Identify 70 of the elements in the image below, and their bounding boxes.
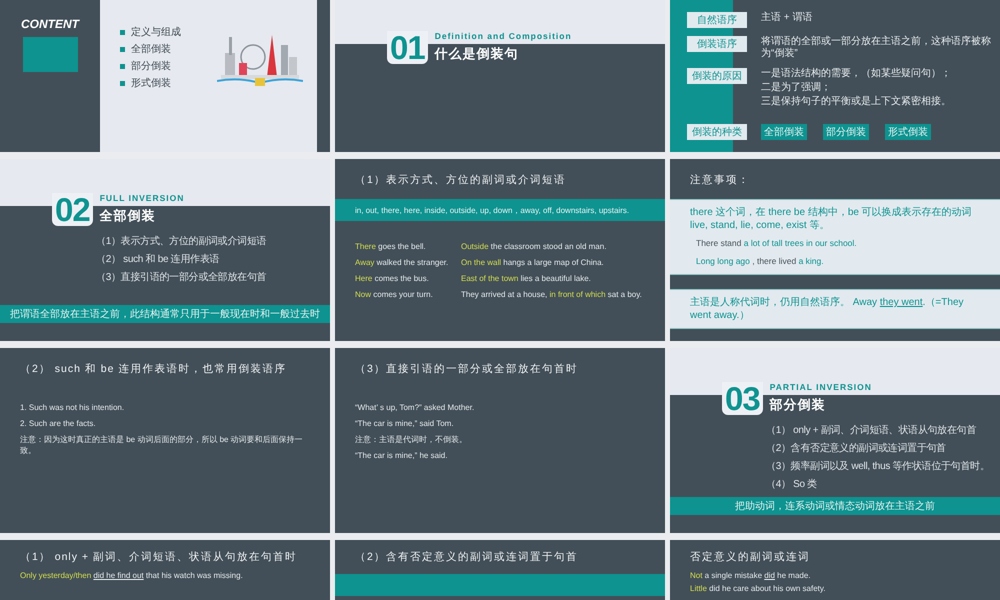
note-text: Long long ago , there lived a king. [695, 255, 825, 268]
example-sentence: There goes the bell. [355, 241, 427, 252]
outline-item: （1）表示方式、方位的副词或介词短语 [96, 234, 268, 248]
contents-heading: CONTENT [21, 17, 79, 31]
term-label: 倒装的原因 [687, 68, 747, 84]
slide-title: 注意事项： [689, 173, 751, 187]
outline-item: （3）频率副词以及 well, thus 等作状语位于句首时。 [766, 460, 991, 473]
definition-text: 二是为了强调； [761, 82, 832, 94]
example-sentence: Away walked the stranger. [355, 257, 450, 268]
section-number: 03 [722, 382, 763, 415]
example-sentence: Only yesterday/then did he find out that his watch was missing. [20, 570, 244, 581]
slide-title: （1） only + 副词、介词短语、状语从句放在句首时 [19, 550, 298, 564]
contents-item: 形式倒装 [131, 76, 171, 90]
outline-item: （3）直接引语的一部分或全部放在句首 [96, 270, 268, 284]
section-number: 02 [52, 193, 93, 226]
note-text: 主语是人称代词时，仍用自然语序。 Away they went.（=They went away.） [690, 296, 965, 322]
section-subtitle: PARTIAL INVERSION [770, 382, 872, 392]
example-sentence: They arrived at a house, in front of which sat a boy. [461, 289, 643, 300]
bullet-icon [120, 80, 125, 86]
definition-text: 将谓语的全部或一部分放在主语之前，这种语序被称为“倒装” [761, 36, 992, 60]
term-label: 倒装的种类 [687, 124, 747, 140]
definition-text: 主语 + 谓语 [761, 12, 814, 24]
example-sentence: “The car is mine,” said Tom. [355, 418, 455, 429]
outline-item: （1） only + 副词、介词短语、状语从句放在句首 [766, 424, 977, 437]
outline-item: （2） such 和 be 连用作表语 [96, 252, 220, 266]
note-text: There stand a lot of tall trees in our school. [695, 237, 858, 250]
example-sentence: “What’ s up, Tom?” asked Mother. [355, 402, 476, 413]
slide-title: （3）直接引语的一部分或全部放在句首时 [354, 362, 579, 376]
section-number: 01 [387, 31, 428, 64]
bullet-icon [120, 64, 125, 68]
slide-title: （2）含有否定意义的副词或连词置于句首 [354, 550, 579, 564]
slide-title: （2） such 和 be 连用作表语时，也常用倒装语序 [19, 362, 288, 376]
category-tag: 部分倒装 [823, 124, 869, 140]
keyword-banner: in, out, there, here, inside, outside, up, down，away, off, downstairs, upstairs. [335, 199, 665, 221]
example-sentence: East of the town lies a beautiful lake. [461, 273, 592, 284]
category-tag: 全部倒装 [761, 124, 807, 140]
definition-text: 三是保持句子的平衡或是上下文紧密相接。 [761, 96, 952, 108]
section-title: 全部倒装 [100, 207, 157, 225]
example-sentence: Not a single mistake did he made. [690, 570, 812, 581]
contents-item: 部分倒装 [131, 60, 171, 73]
example-sentence: 注意：因为这时真正的主语是 be 动词后面的部分，所以 be 动词要和后面保持一致。 [20, 434, 304, 456]
example-sentence: 1. Such was not his intention. [20, 402, 126, 413]
slide-title: （1）表示方式、方位的副词或介词短语 [354, 173, 567, 187]
example-sentence: 2. Such are the facts. [20, 418, 97, 429]
category-tag: 形式倒装 [885, 124, 931, 140]
definition-text: 一是语法结构的需要，（如某些疑问句）； [761, 68, 952, 80]
term-label: 自然语序 [687, 12, 747, 28]
outline-item: （4） So 类 [766, 478, 818, 491]
summary-banner: 把助动词，连系动词或情态动词放在主语之前 [670, 497, 1000, 515]
section-subtitle: Definition and Composition [434, 31, 572, 41]
section-subtitle: FULL INVERSION [100, 193, 184, 203]
term-label: 倒装语序 [687, 36, 747, 52]
outline-item: （2）含有否定意义的副词或连词置于句首 [766, 442, 947, 455]
example-sentence: 注意：主语是代词时，不倒装。 [355, 434, 468, 445]
note-text: there 这个词，在 there be 结构中，be 可以换成表示存在的动词 live, stand, lie, come, exist 等。 [690, 206, 973, 232]
example-sentence: Here comes the bus. [355, 273, 430, 284]
contents-item: 全部倒装 [131, 42, 171, 56]
section-title: 部分倒装 [770, 396, 827, 414]
section-title: 什么是倒装句 [434, 45, 520, 63]
bullet-icon [120, 30, 125, 34]
example-sentence: Now comes your turn. [355, 289, 434, 300]
accent-block [22, 37, 78, 72]
example-sentence: “The car is mine,” he said. [355, 450, 448, 461]
example-sentence: On the wall hangs a large map of China. [461, 257, 605, 268]
bullet-icon [120, 46, 125, 52]
slide-title: 否定意义的副词或连词 [689, 550, 811, 564]
contents-item: 定义与组成 [131, 26, 181, 39]
example-sentence: Little did he care about his own safety. [690, 583, 826, 594]
example-sentence: Outside the classroom stood an old man. [461, 241, 608, 252]
summary-banner: 把谓语全部放在主语之前，此结构通常只用于一般现在时和一般过去时 [0, 305, 330, 323]
